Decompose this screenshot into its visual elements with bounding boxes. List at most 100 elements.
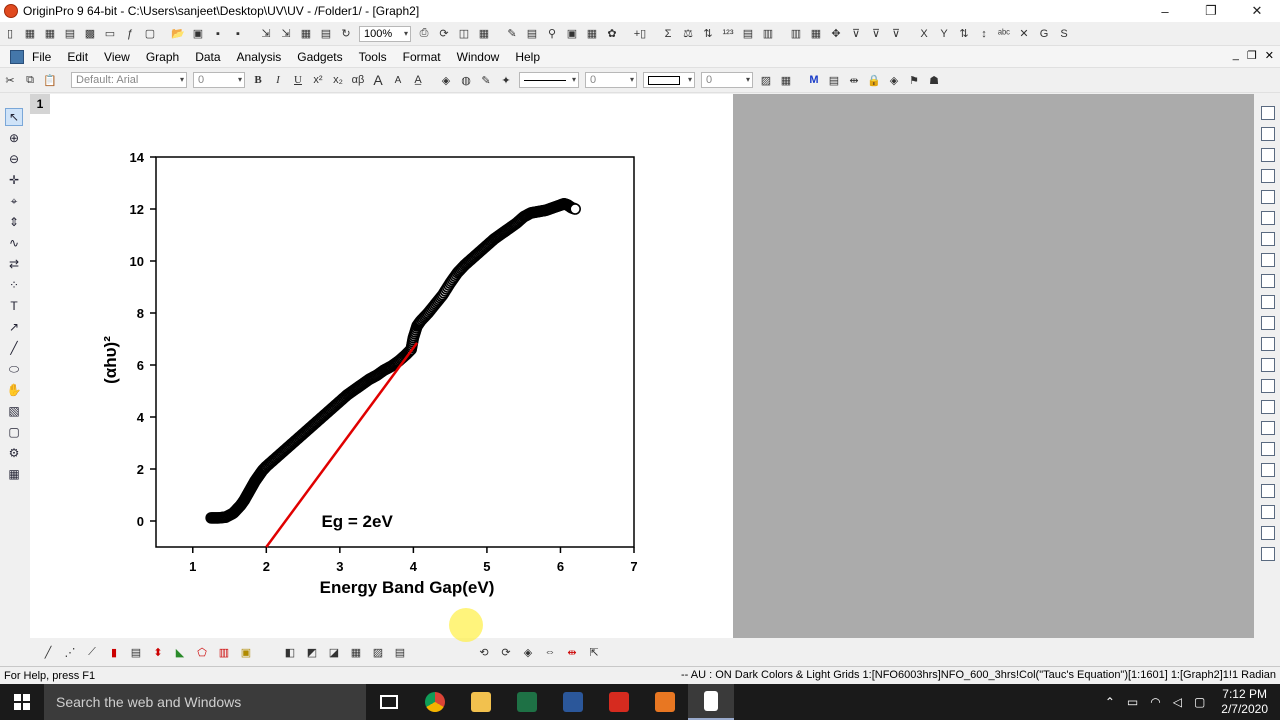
area-plot-icon[interactable]: ◣ — [170, 642, 190, 662]
mdi-restore-button[interactable]: ❐ — [1247, 49, 1257, 62]
normalize-icon[interactable]: ¹²³ — [719, 25, 737, 43]
message-log-icon[interactable]: ▦ — [583, 25, 601, 43]
column-plot-icon[interactable]: ▮ — [104, 642, 124, 662]
file-explorer-taskbar-button[interactable] — [458, 684, 504, 720]
close-button[interactable]: ✕ — [1234, 0, 1280, 22]
add-right-y-icon[interactable] — [1260, 232, 1275, 246]
open-icon[interactable]: 📂 — [169, 25, 187, 43]
set-label-icon[interactable]: ᵃᵇᶜ — [995, 25, 1013, 43]
align-bottom-icon[interactable] — [1260, 463, 1275, 477]
menu-window[interactable]: Window — [457, 50, 500, 64]
same-height-icon[interactable] — [1260, 547, 1275, 561]
custom-tools-icon[interactable]: ☗ — [925, 71, 943, 89]
multi-panel-icon[interactable]: ▤ — [126, 642, 146, 662]
notepad-taskbar-button[interactable] — [688, 684, 734, 720]
3d-surface-icon[interactable]: ◩ — [302, 642, 322, 662]
italic-button[interactable]: I — [269, 71, 287, 89]
greek-button[interactable]: αβ — [349, 71, 367, 89]
text-tool-icon[interactable]: T — [5, 297, 23, 315]
template-library-icon[interactable]: ▣ — [236, 642, 256, 662]
minimize-button[interactable]: – — [1142, 0, 1188, 22]
align-left-icon[interactable] — [1260, 400, 1275, 414]
set-z-icon[interactable]: ⇅ — [955, 25, 973, 43]
pattern-icon[interactable]: ◍ — [457, 71, 475, 89]
import-wizard-icon[interactable]: ▦ — [297, 25, 315, 43]
new-project-icon[interactable]: ▯ — [1, 25, 19, 43]
bold-button[interactable]: B — [249, 71, 267, 89]
task-view-button[interactable] — [366, 684, 412, 720]
menu-data[interactable]: Data — [195, 50, 220, 64]
border-width-dropdown[interactable]: 0 ▾ — [701, 72, 753, 88]
save-project-icon[interactable]: ▪ — [209, 25, 227, 43]
zoom-out-tool-icon[interactable]: ⊖ — [5, 150, 23, 168]
new-function-icon[interactable]: ƒ — [121, 25, 139, 43]
chevron-up-icon[interactable]: ⌃ — [1105, 695, 1115, 709]
scatter-plot-icon[interactable]: ⋰ — [60, 642, 80, 662]
command-window-icon[interactable]: ▣ — [563, 25, 581, 43]
new-excel-icon[interactable]: ▦ — [41, 25, 59, 43]
filter-clear-icon[interactable]: ⊽ — [867, 25, 885, 43]
smart-hint-icon[interactable]: ✿ — [603, 25, 621, 43]
symbol-icon[interactable]: ✦ — [497, 71, 515, 89]
3d-plot-icon[interactable]: ◧ — [280, 642, 300, 662]
menu-tools[interactable]: Tools — [359, 50, 387, 64]
add-bottom-x-icon[interactable] — [1260, 190, 1275, 204]
line-color-icon[interactable]: ✎ — [477, 71, 495, 89]
volume-icon[interactable]: ◁ — [1173, 695, 1182, 709]
graph-window[interactable]: 1 0 2 4 6 8 10 12 14 1234567 Eg = 2eV Energy Ba… — [30, 94, 733, 638]
graph-window-icon[interactable] — [10, 49, 24, 64]
paste-icon[interactable]: 📋 — [41, 71, 59, 89]
x-axis[interactable]: 1 2 3 4 5 6 7 — [189, 547, 638, 574]
print-icon[interactable]: ⎙ — [415, 25, 433, 43]
set-error-icon[interactable]: ↕ — [975, 25, 993, 43]
start-button[interactable] — [0, 684, 44, 720]
hand-tool-icon[interactable]: ✋ — [5, 381, 23, 399]
line-style-dropdown[interactable]: ▾ — [519, 72, 579, 88]
line-plot-icon[interactable]: ╱ — [38, 642, 58, 662]
arrange-layers-icon[interactable] — [1260, 169, 1275, 183]
data-reader-tool-icon[interactable]: ✛ — [5, 171, 23, 189]
menu-gadgets[interactable]: Gadgets — [297, 50, 342, 64]
sum-icon[interactable]: Σ — [659, 25, 677, 43]
new-workbook-icon[interactable]: ▦ — [21, 25, 39, 43]
statistics-icon[interactable]: ⚖ — [679, 25, 697, 43]
line-width-dropdown[interactable]: 0 ▾ — [585, 72, 637, 88]
zoom-dropdown[interactable]: 100% ▾ — [359, 25, 411, 42]
sort-icon[interactable]: ⇅ — [699, 25, 717, 43]
region-tool-icon[interactable]: ▧ — [5, 402, 23, 420]
data-selector-tool-icon[interactable]: ⁘ — [5, 276, 23, 294]
pointer-tool-icon[interactable]: ↖ — [5, 108, 23, 126]
acrobat-taskbar-button[interactable] — [596, 684, 642, 720]
underline-button[interactable]: U — [289, 71, 307, 89]
font-size-dropdown[interactable]: 0 ▾ — [193, 72, 245, 88]
set-y-icon[interactable]: Y — [935, 25, 953, 43]
menu-analysis[interactable]: Analysis — [237, 50, 282, 64]
align-vertical-icon[interactable] — [1260, 484, 1275, 498]
excel-taskbar-button[interactable] — [504, 684, 550, 720]
font-color-icon[interactable]: A̲ — [409, 71, 427, 89]
contour-icon[interactable]: ▦ — [346, 642, 366, 662]
set-x-icon[interactable]: X — [915, 25, 933, 43]
3d-wire-icon[interactable]: ◪ — [324, 642, 344, 662]
origin-taskbar-button[interactable] — [642, 684, 688, 720]
group-icon[interactable]: G — [1035, 25, 1053, 43]
perspective-icon[interactable]: ◈ — [518, 642, 538, 662]
mdi-close-button[interactable]: ✕ — [1265, 49, 1274, 62]
copy-icon[interactable]: ⧉ — [21, 71, 39, 89]
x-axis-title[interactable]: Energy Band Gap(eV) — [320, 578, 495, 597]
y-axis-title[interactable]: (αhυ)² — [101, 336, 120, 384]
add-layer-small-icon[interactable] — [1260, 274, 1275, 288]
restore-button[interactable]: ❐ — [1188, 0, 1234, 22]
custom-routine-icon[interactable]: ▦ — [475, 25, 493, 43]
taskbar-search-box[interactable]: Search the web and Windows — [44, 684, 366, 720]
new-notes-icon[interactable]: ▢ — [141, 25, 159, 43]
set-values-icon[interactable]: ▤ — [739, 25, 757, 43]
subscript-button[interactable]: x₂ — [329, 71, 347, 89]
add-timestamp-icon[interactable] — [1260, 358, 1275, 372]
group-objects-icon[interactable]: ◈ — [885, 71, 903, 89]
recalculate-icon[interactable]: ↻ — [337, 25, 355, 43]
move-frame-icon[interactable]: ⇹ — [562, 642, 582, 662]
line-symbol-plot-icon[interactable]: ⟋ — [82, 642, 102, 662]
draw-data-tool-icon[interactable]: ∿ — [5, 234, 23, 252]
matrix-plot-icon[interactable]: ▤ — [390, 642, 410, 662]
